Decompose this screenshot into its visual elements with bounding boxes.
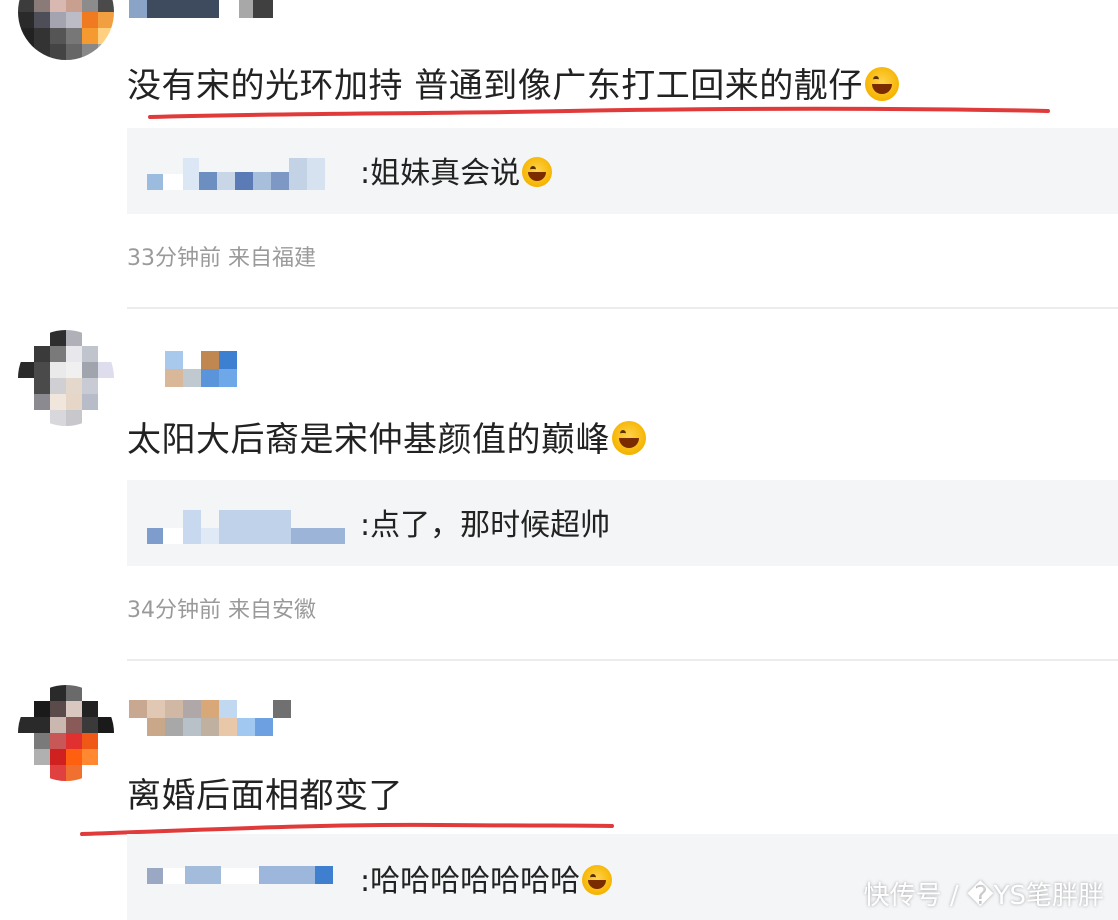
reply-text: :哈哈哈哈哈哈哈 bbox=[360, 856, 613, 900]
comment-text: 太阳大后裔是宋仲基颜值的巅峰 bbox=[127, 412, 646, 461]
commenter-username-mosaic[interactable] bbox=[129, 0, 273, 18]
grin-emoji-icon bbox=[612, 421, 646, 455]
reply-username-mosaic[interactable] bbox=[147, 866, 333, 884]
comment-text: 离婚后面相都变了 bbox=[127, 776, 403, 816]
watermark: 快传号 / �YS笔胖胖 bbox=[863, 881, 1104, 911]
comment-divider bbox=[127, 307, 1118, 309]
reply-username-mosaic[interactable] bbox=[147, 158, 325, 190]
laugh-cry-emoji-icon bbox=[864, 67, 899, 101]
laugh-cry-emoji-icon bbox=[522, 157, 553, 187]
comment-meta: 34分钟前 来自安徽 bbox=[127, 598, 316, 623]
reply-box[interactable]: :点了，那时候超帅 bbox=[127, 480, 1118, 566]
commenter-avatar[interactable] bbox=[18, 0, 114, 60]
comment-feed: 没有宋的光环加持 普通到像广东打工回来的靓仔 :姐妹真会说 33分钟前 来自福建 bbox=[0, 0, 1118, 920]
commenter-avatar[interactable] bbox=[18, 330, 114, 426]
red-underline-annotation bbox=[148, 106, 1050, 119]
commenter-username-mosaic[interactable] bbox=[165, 351, 237, 387]
comment-meta: 33分钟前 来自福建 bbox=[127, 246, 316, 271]
commenter-avatar[interactable] bbox=[18, 685, 114, 781]
reply-text: :姐妹真会说 bbox=[360, 148, 553, 192]
comment-divider bbox=[127, 659, 1118, 661]
laugh-cry-emoji-icon bbox=[582, 865, 613, 895]
comment-text: 没有宋的光环加持 普通到像广东打工回来的靓仔 bbox=[127, 58, 899, 107]
commenter-username-mosaic[interactable] bbox=[129, 700, 299, 736]
reply-username-mosaic[interactable] bbox=[147, 510, 345, 544]
reply-text: :点了，那时候超帅 bbox=[360, 508, 611, 543]
reply-box[interactable]: :姐妹真会说 bbox=[127, 128, 1118, 214]
